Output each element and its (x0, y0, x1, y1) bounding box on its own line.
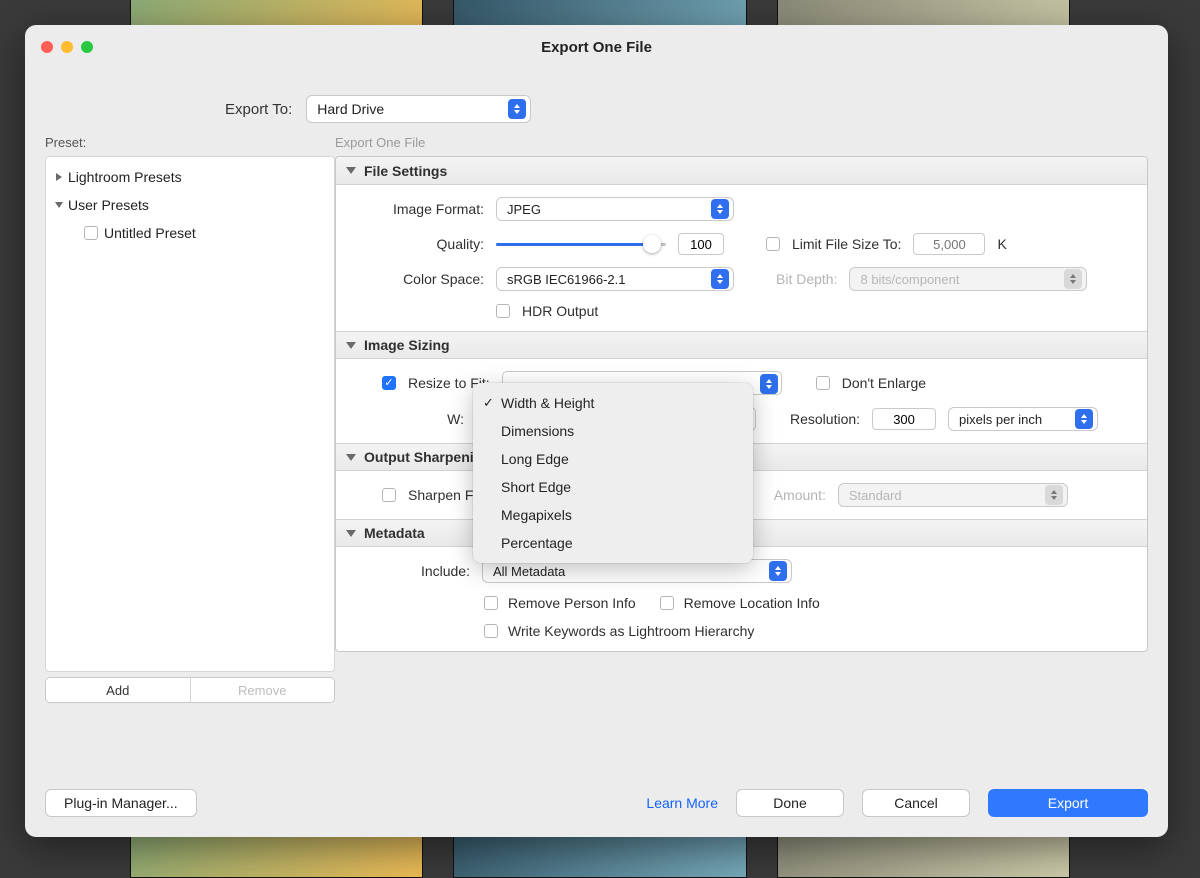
write-keywords-label: Write Keywords as Lightroom Hierarchy (508, 623, 754, 639)
export-to-label: Export To: (225, 101, 292, 118)
bit-depth-value: 8 bits/component (860, 272, 959, 287)
remove-person-checkbox[interactable] (484, 596, 498, 610)
plugin-manager-button[interactable]: Plug-in Manager... (45, 789, 197, 817)
include-label: Include: (354, 563, 470, 579)
preset-untitled-label: Untitled Preset (104, 225, 196, 241)
popup-item-width-height[interactable]: Width & Height (473, 389, 753, 417)
quality-input[interactable] (678, 233, 724, 255)
export-button[interactable]: Export (988, 789, 1148, 817)
quality-label: Quality: (354, 236, 484, 252)
limit-size-label: Limit File Size To: (792, 236, 901, 252)
image-format-value: JPEG (507, 202, 541, 217)
popup-item-dimensions[interactable]: Dimensions (473, 417, 753, 445)
disclosure-down-icon (346, 167, 356, 174)
hdr-checkbox[interactable] (496, 304, 510, 318)
limit-size-checkbox[interactable] (766, 237, 780, 251)
color-space-select[interactable]: sRGB IEC61966-2.1 (496, 267, 734, 291)
amount-label: Amount: (774, 487, 826, 503)
resize-mode-popup[interactable]: Width & Height Dimensions Long Edge Shor… (473, 383, 753, 563)
image-format-label: Image Format: (354, 201, 484, 217)
w-label: W: (354, 411, 464, 427)
remove-person-label: Remove Person Info (508, 595, 636, 611)
stepper-icon (1045, 485, 1063, 505)
cancel-button[interactable]: Cancel (862, 789, 970, 817)
resize-checkbox[interactable] (382, 376, 396, 390)
quality-slider[interactable] (496, 234, 666, 254)
window-title: Export One File (25, 39, 1168, 56)
metadata-label: Metadata (364, 525, 425, 541)
preset-tree[interactable]: Lightroom Presets User Presets Untitled … (45, 156, 335, 672)
export-hint: Export One File (335, 135, 1148, 150)
resolution-label: Resolution: (790, 411, 860, 427)
export-to-select[interactable]: Hard Drive (306, 95, 531, 123)
sharpen-checkbox[interactable] (382, 488, 396, 502)
preset-untitled-row[interactable]: Untitled Preset (50, 219, 330, 247)
disclosure-right-icon (56, 173, 62, 181)
popup-item-long-edge[interactable]: Long Edge (473, 445, 753, 473)
preset-untitled-checkbox[interactable] (84, 226, 98, 240)
limit-size-unit: K (997, 236, 1006, 252)
file-settings-body: Image Format: JPEG Quality: Limit File S… (336, 185, 1147, 331)
learn-more-link[interactable]: Learn More (646, 795, 718, 811)
export-to-row: Export To: Hard Drive (225, 95, 531, 123)
popup-item-percentage[interactable]: Percentage (473, 529, 753, 557)
footer: Plug-in Manager... Learn More Done Cance… (45, 789, 1148, 817)
bit-depth-select: 8 bits/component (849, 267, 1087, 291)
output-sharpening-label: Output Sharpening (364, 449, 491, 465)
bit-depth-label: Bit Depth: (776, 271, 837, 287)
export-sheet: Export One File Export To: Hard Drive Pr… (25, 25, 1168, 837)
stepper-icon (508, 99, 526, 119)
image-sizing-header[interactable]: Image Sizing (336, 331, 1147, 359)
preset-remove-button: Remove (190, 678, 335, 702)
amount-select: Standard (838, 483, 1068, 507)
resolution-input[interactable] (872, 408, 936, 430)
file-settings-label: File Settings (364, 163, 447, 179)
preset-header: Preset: (45, 135, 335, 150)
dont-enlarge-label: Don't Enlarge (842, 375, 926, 391)
write-keywords-checkbox[interactable] (484, 624, 498, 638)
hdr-label: HDR Output (522, 303, 598, 319)
popup-item-megapixels[interactable]: Megapixels (473, 501, 753, 529)
stepper-icon (760, 374, 778, 394)
remove-location-checkbox[interactable] (660, 596, 674, 610)
image-sizing-label: Image Sizing (364, 337, 450, 353)
preset-column: Preset: Lightroom Presets User Presets U… (45, 135, 335, 703)
resolution-unit-select[interactable]: pixels per inch (948, 407, 1098, 431)
stepper-icon (1064, 269, 1082, 289)
preset-add-button[interactable]: Add (46, 678, 190, 702)
preset-lightroom-group[interactable]: Lightroom Presets (50, 163, 330, 191)
resolution-unit-value: pixels per inch (959, 412, 1042, 427)
popup-item-short-edge[interactable]: Short Edge (473, 473, 753, 501)
remove-location-label: Remove Location Info (684, 595, 820, 611)
disclosure-down-icon (346, 530, 356, 537)
include-value: All Metadata (493, 564, 565, 579)
amount-value: Standard (849, 488, 902, 503)
stepper-icon (1075, 409, 1093, 429)
preset-user-group[interactable]: User Presets (50, 191, 330, 219)
disclosure-down-icon (346, 342, 356, 349)
preset-user-label: User Presets (68, 197, 149, 213)
stepper-icon (711, 199, 729, 219)
color-space-value: sRGB IEC61966-2.1 (507, 272, 626, 287)
stepper-icon (769, 561, 787, 581)
disclosure-down-icon (346, 454, 356, 461)
disclosure-down-icon (55, 202, 63, 208)
stepper-icon (711, 269, 729, 289)
image-format-select[interactable]: JPEG (496, 197, 734, 221)
dont-enlarge-checkbox[interactable] (816, 376, 830, 390)
export-to-value: Hard Drive (317, 101, 384, 117)
color-space-label: Color Space: (354, 271, 484, 287)
preset-lightroom-label: Lightroom Presets (68, 169, 182, 185)
limit-size-input[interactable] (913, 233, 985, 255)
done-button[interactable]: Done (736, 789, 844, 817)
preset-add-remove: Add Remove (45, 677, 335, 703)
file-settings-header[interactable]: File Settings (336, 157, 1147, 185)
